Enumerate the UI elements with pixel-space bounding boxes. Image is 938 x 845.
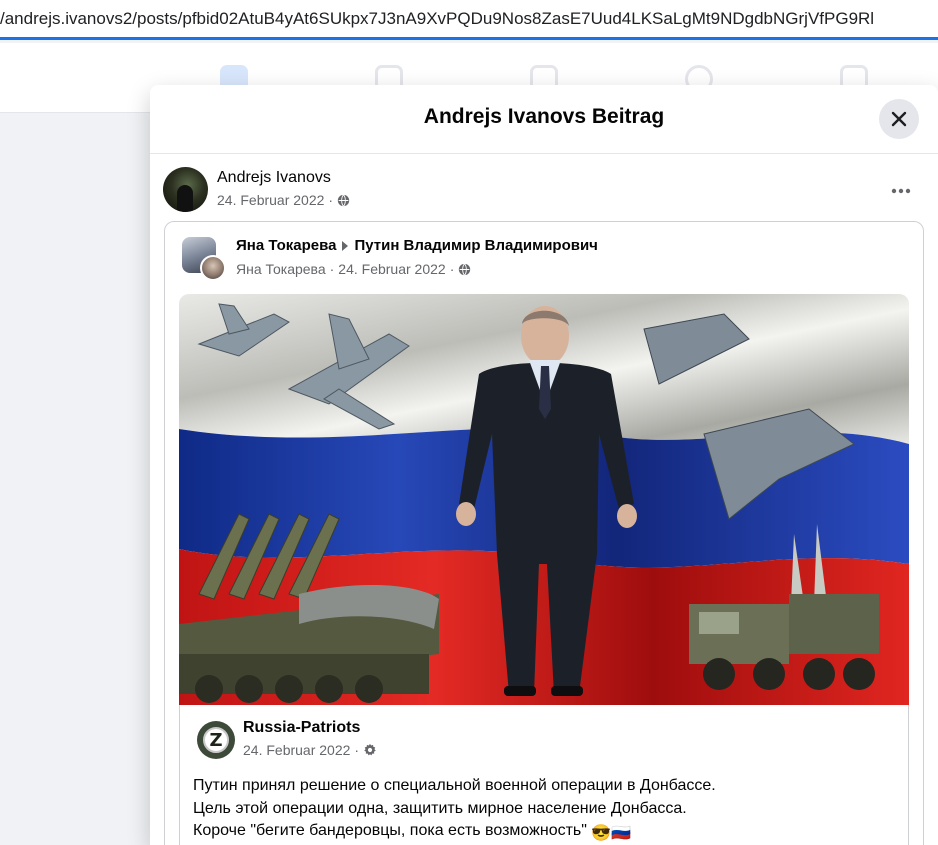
meta-separator: · xyxy=(449,261,455,277)
poster-avatar xyxy=(200,255,226,281)
meta-separator: · xyxy=(329,261,335,277)
page-name[interactable]: Russia-Patriots xyxy=(243,719,360,737)
close-button[interactable] xyxy=(879,99,919,139)
page-avatar[interactable]: Z xyxy=(197,721,235,759)
shared-target-name[interactable]: Путин Владимир Владимирович xyxy=(354,237,597,254)
sunglasses-emoji-icon: 😎 xyxy=(591,825,612,842)
globe-icon[interactable] xyxy=(337,193,350,207)
russia-flag-emoji-icon: 🇷🇺 xyxy=(611,825,632,842)
post-image[interactable] xyxy=(179,294,909,705)
modal-header: Andrejs Ivanovs Beitrag xyxy=(150,85,938,154)
shared-date[interactable]: 24. Februar 2022 xyxy=(338,261,445,277)
original-post-date[interactable]: 24. Februar 2022 xyxy=(243,742,350,758)
post-text: Путин принял решение о специальной военн… xyxy=(193,775,716,845)
russian-flag-military-image xyxy=(179,294,909,705)
shared-avatar[interactable] xyxy=(182,237,226,281)
post-text-line-content: Короче "бегите бандеровцы, пока есть воз… xyxy=(193,822,587,839)
post-meta: 24. Februar 2022 · xyxy=(217,192,350,208)
original-post: Z Russia-Patriots 24. Februar 2022 · Пут… xyxy=(179,705,909,845)
shared-post-names: Яна Токарева Путин Владимир Владимирович xyxy=(236,237,598,254)
shared-post-meta: Яна Токарева · 24. Februar 2022 · xyxy=(236,261,471,277)
page-avatar-letter: Z xyxy=(203,727,229,753)
more-horizontal-icon xyxy=(891,188,911,194)
post-modal: Andrejs Ivanovs Beitrag Andrejs Ivanovs … xyxy=(150,85,938,845)
original-post-meta: 24. Februar 2022 · xyxy=(243,742,377,758)
post-text-line: Цель этой операции одна, защитить мирное… xyxy=(193,799,687,817)
url-text[interactable]: /andrejs.ivanovs2/posts/pfbid02AtuB4yAt6… xyxy=(0,9,938,29)
shared-meta-author[interactable]: Яна Токарева xyxy=(236,261,326,277)
more-options-button[interactable] xyxy=(891,177,911,200)
post-text-line: Путин принял решение о специальной военн… xyxy=(193,777,716,794)
shared-post-card: Яна Токарева Путин Владимир Владимирович… xyxy=(164,221,924,845)
gear-icon[interactable] xyxy=(363,743,377,757)
shared-author-name[interactable]: Яна Токарева xyxy=(236,237,336,254)
globe-icon[interactable] xyxy=(458,262,471,276)
modal-title: Andrejs Ivanovs Beitrag xyxy=(423,105,665,128)
post-text-line: Короче "бегите бандеровцы, пока есть воз… xyxy=(193,820,716,845)
shared-arrow-icon xyxy=(342,240,349,251)
post-author-name[interactable]: Andrejs Ivanovs xyxy=(217,169,331,187)
close-icon xyxy=(891,111,907,127)
browser-url-bar[interactable]: /andrejs.ivanovs2/posts/pfbid02AtuB4yAt6… xyxy=(0,0,938,40)
meta-separator: · xyxy=(328,192,334,208)
meta-separator: · xyxy=(354,742,360,758)
avatar[interactable] xyxy=(163,167,208,212)
post-date[interactable]: 24. Februar 2022 xyxy=(217,192,324,208)
